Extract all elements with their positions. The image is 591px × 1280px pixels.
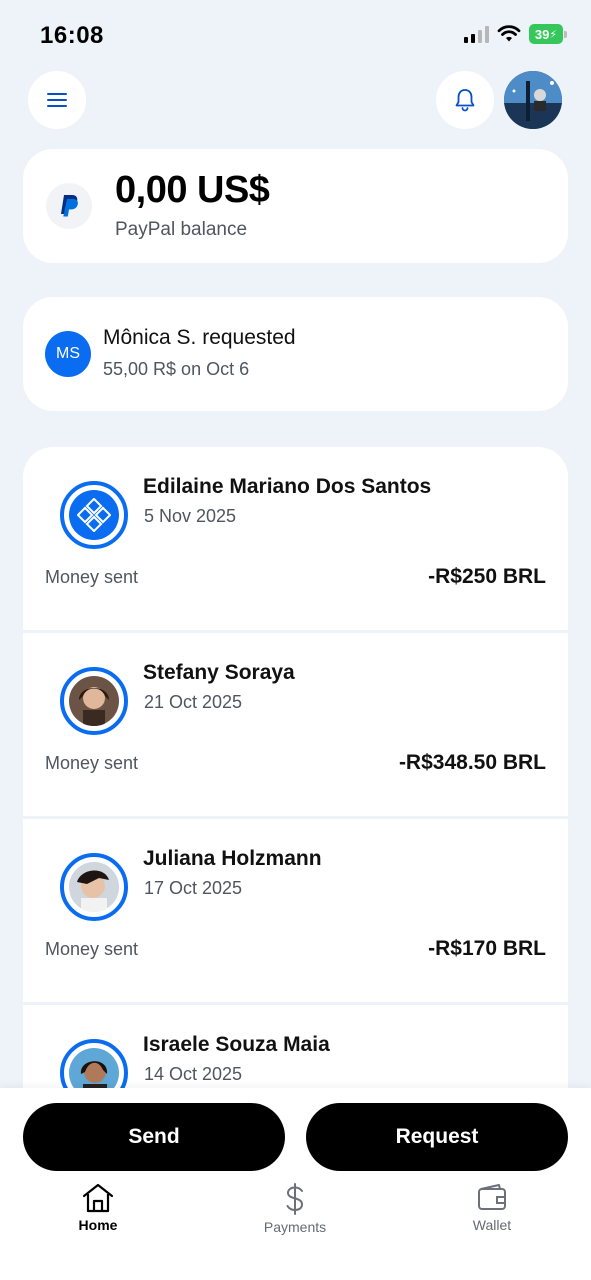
battery-level: 39 [534,26,550,42]
transaction-name: Israele Souza Maia [143,1033,330,1056]
paypal-balance-card[interactable]: 0,00 US$ PayPal balance [23,149,568,263]
money-request-card[interactable]: MS Mônica S. requested 55,00 R$ on Oct 6 [23,297,568,411]
transaction-amount: -R$170 BRL [428,937,546,960]
transaction-type: Money sent [45,939,139,959]
pix-icon [77,498,111,532]
transaction-date: 5 Nov 2025 [144,506,237,526]
notifications-button[interactable] [436,71,494,129]
tab-payments-label: Payments [263,1219,327,1235]
transaction-name: Stefany Soraya [143,661,295,684]
tab-home[interactable]: Home [38,1183,158,1233]
activity-list: Edilaine Mariano Dos Santos 5 Nov 2025 M… [23,447,568,1088]
tab-wallet[interactable]: Wallet [432,1183,552,1233]
hamburger-menu-icon [47,93,67,107]
transaction-date: 17 Oct 2025 [144,878,243,898]
dollar-icon [286,1183,304,1215]
transaction-date: 14 Oct 2025 [144,1064,243,1084]
tab-payments[interactable]: Payments [235,1183,355,1235]
request-subtitle: 55,00 R$ on Oct 6 [103,359,250,379]
send-button[interactable]: Send [23,1103,285,1171]
profile-photo [504,71,562,129]
status-icons: 39 ⚡ [464,24,567,44]
balance-amount: 0,00 US$ [115,169,270,211]
request-title: Mônica S. requested [103,326,296,349]
transaction-row[interactable]: Juliana Holzmann 17 Oct 2025 Money sent … [23,819,568,1002]
transaction-avatar [60,853,128,921]
tab-wallet-label: Wallet [472,1217,512,1233]
transaction-type: Money sent [45,567,139,587]
transaction-name: Edilaine Mariano Dos Santos [143,475,432,498]
bottom-bar: Send Request Home Payments Wallet [0,1088,591,1280]
transaction-name: Juliana Holzmann [143,847,322,870]
transaction-avatar [60,667,128,735]
transaction-amount: -R$348.50 BRL [398,751,546,774]
cellular-signal-icon [464,25,489,43]
transaction-avatar [60,1039,128,1088]
wallet-icon [478,1184,506,1210]
transaction-amount: -R$250 BRL [428,565,546,588]
profile-avatar[interactable] [504,71,562,129]
bell-icon [455,89,475,112]
transaction-row[interactable]: Stefany Soraya 21 Oct 2025 Money sent -R… [23,633,568,816]
contact-photo [69,1048,119,1088]
transaction-avatar [60,481,128,549]
requester-avatar: MS [45,331,91,377]
transaction-type: Money sent [45,753,139,773]
transaction-row[interactable]: Edilaine Mariano Dos Santos 5 Nov 2025 M… [23,447,568,630]
balance-label: PayPal balance [115,219,248,240]
status-bar: 16:08 39 ⚡ [0,0,591,70]
request-button[interactable]: Request [306,1103,568,1171]
wifi-icon [497,25,521,42]
transaction-row[interactable]: Israele Souza Maia 14 Oct 2025 [23,1005,568,1088]
menu-button[interactable] [28,71,86,129]
tab-home-label: Home [78,1217,118,1233]
paypal-logo-icon [46,183,92,229]
contact-photo [69,862,119,912]
contact-photo [69,676,119,726]
home-icon [82,1183,114,1213]
transaction-date: 21 Oct 2025 [144,692,243,712]
status-time: 16:08 [40,22,104,49]
battery-icon: 39 ⚡ [529,24,567,44]
